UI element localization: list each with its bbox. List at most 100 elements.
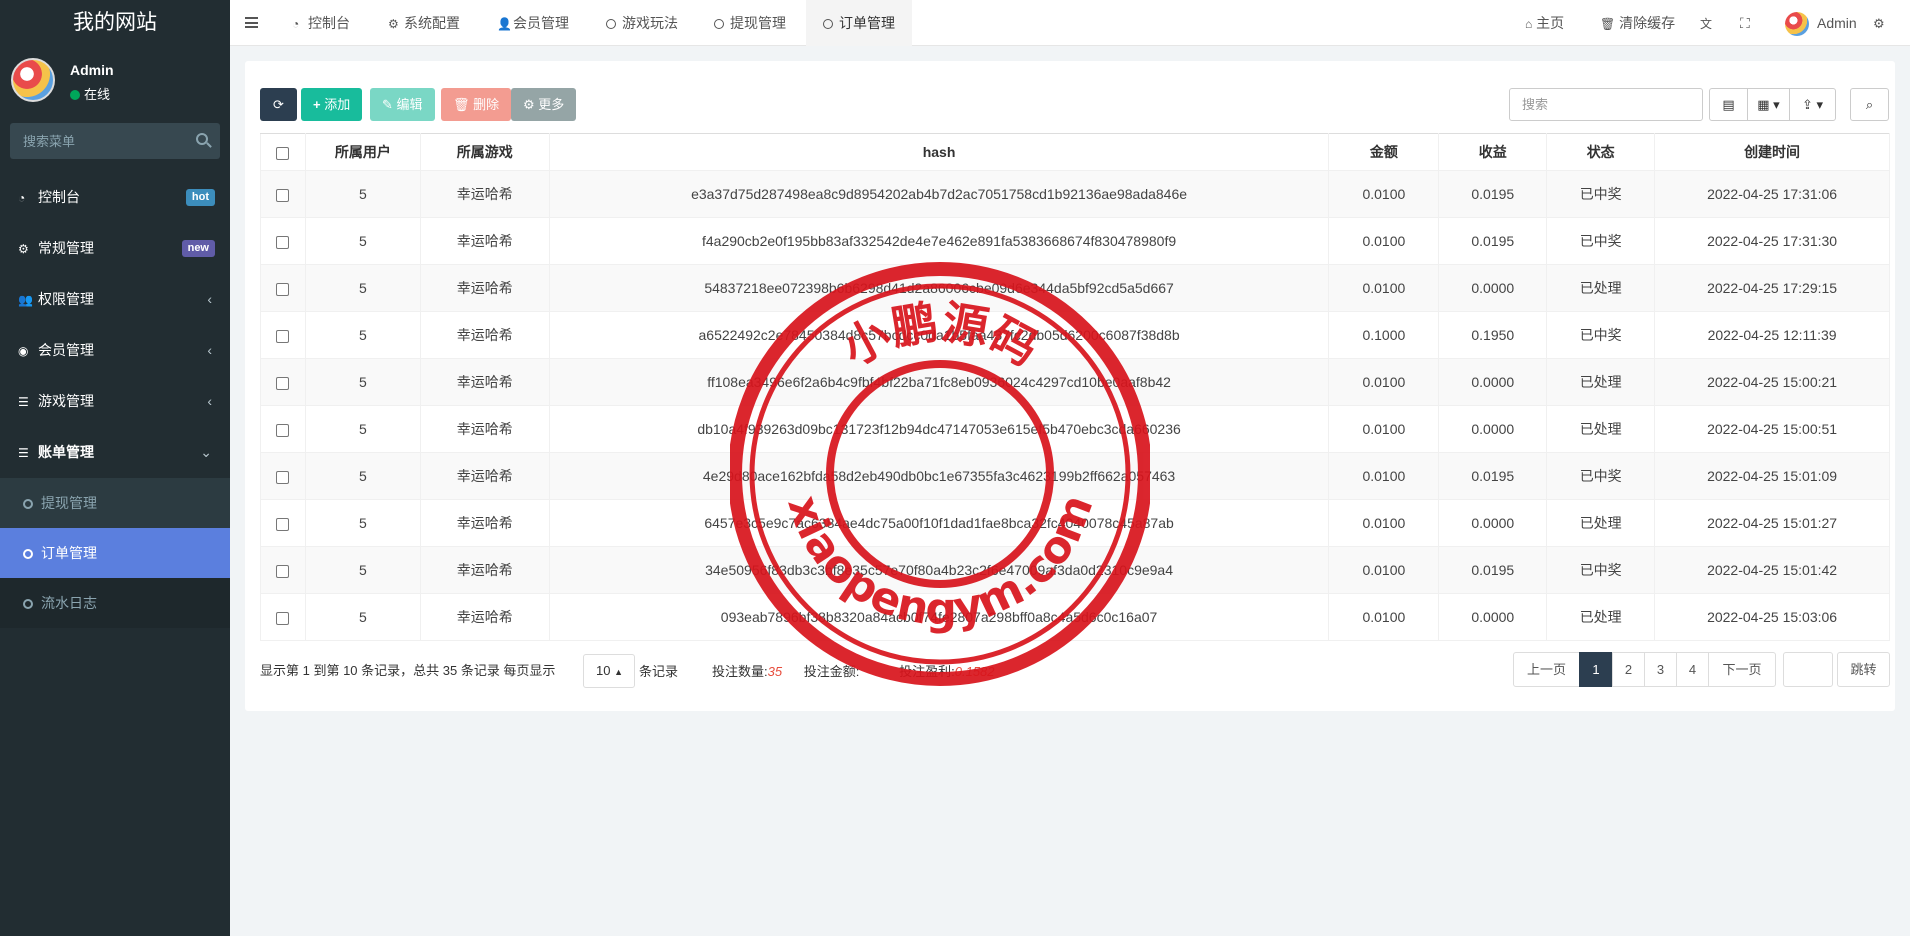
- page-button[interactable]: 3: [1644, 652, 1677, 687]
- row-checkbox[interactable]: [276, 423, 290, 437]
- delete-button[interactable]: 🗑 删除: [441, 88, 512, 121]
- page-button[interactable]: 1: [1579, 652, 1613, 687]
- page-button[interactable]: 2: [1612, 652, 1645, 687]
- col-profit[interactable]: 收益: [1438, 133, 1548, 171]
- search-toggle-button[interactable]: ⌕: [1850, 88, 1889, 121]
- col-amount[interactable]: 金额: [1328, 133, 1440, 171]
- row-checkbox[interactable]: [276, 470, 290, 484]
- table-row[interactable]: 5 幸运哈希 db10a4f939263d09bc131723f12b94dc471…: [260, 405, 1890, 453]
- more-button[interactable]: ⚙ 更多: [511, 88, 577, 121]
- jump-button[interactable]: 跳转: [1837, 652, 1890, 687]
- admin-menu[interactable]: Admin: [1785, 0, 1857, 46]
- cell-profit: 0.0000: [1438, 499, 1548, 547]
- cell-amount: 0.0100: [1328, 358, 1440, 406]
- sidebar-search-input[interactable]: [10, 123, 180, 159]
- prev-page-button[interactable]: 上一页: [1513, 652, 1580, 687]
- row-checkbox[interactable]: [276, 376, 290, 390]
- table-row[interactable]: 5 幸运哈希 4e29d80ace162bfda58d2eb490db0bc1e67…: [260, 452, 1890, 500]
- settings-button[interactable]: ⚙: [1873, 0, 1885, 46]
- col-user[interactable]: 所属用户: [304, 133, 421, 171]
- home-link[interactable]: ⌂ 主页: [1525, 0, 1564, 46]
- sidebar-item-orders[interactable]: 订单管理: [0, 528, 230, 578]
- sidebar-item-members[interactable]: ◉ 会员管理 ‹: [0, 325, 230, 376]
- circle-icon: [23, 499, 33, 509]
- sidebar-item-bills[interactable]: ☰ 账单管理 ⌄: [0, 427, 230, 478]
- sidebar-item-games[interactable]: ☰ 游戏管理 ‹: [0, 376, 230, 427]
- cell-status: 已处理: [1546, 264, 1656, 312]
- tab-orders[interactable]: 订单管理: [806, 0, 912, 46]
- sidebar-item-flow-log[interactable]: 流水日志: [0, 578, 230, 628]
- col-hash[interactable]: hash: [548, 133, 1330, 171]
- tab-system-config[interactable]: ⚙ 系统配置: [388, 0, 460, 46]
- toggle-view-button[interactable]: ▤: [1709, 88, 1748, 121]
- circle-icon: [23, 599, 33, 609]
- cell-created: 2022-04-25 17:31:30: [1654, 217, 1890, 265]
- cell-hash: f4a290cb2e0f195bb83af332542de4e7e462e891…: [548, 217, 1330, 265]
- cell-status: 已中奖: [1546, 452, 1656, 500]
- cell-created: 2022-04-25 15:00:21: [1654, 358, 1890, 406]
- export-button[interactable]: ⇪ ▾: [1789, 88, 1836, 121]
- col-game[interactable]: 所属游戏: [419, 133, 550, 171]
- sidebar-item-dashboard[interactable]: ◔ 控制台 hot: [0, 172, 230, 223]
- table-row[interactable]: 5 幸运哈希 54837218ee072398b6b6298d41d2a86006c…: [260, 264, 1890, 312]
- translate-button[interactable]: 文: [1700, 0, 1712, 46]
- table-row[interactable]: 5 幸运哈希 e3a37d75d287498ea8c9d8954202ab4b7d2…: [260, 170, 1890, 218]
- cell-game: 幸运哈希: [419, 405, 550, 453]
- table-row[interactable]: 5 幸运哈希 f4a290cb2e0f195bb83af332542de4e7e46…: [260, 217, 1890, 265]
- cell-amount: 0.0100: [1328, 593, 1440, 641]
- cell-profit: 0.0195: [1438, 546, 1548, 594]
- tab-withdraw[interactable]: 提现管理: [714, 0, 786, 46]
- cell-profit: 0.0000: [1438, 405, 1548, 453]
- row-checkbox[interactable]: [276, 611, 290, 625]
- row-checkbox[interactable]: [276, 329, 290, 343]
- cell-created: 2022-04-25 15:01:09: [1654, 452, 1890, 500]
- table-row[interactable]: 5 幸运哈希 093eab7896bf38b8320a84acb0f74fe2807…: [260, 593, 1890, 641]
- search-icon[interactable]: [196, 133, 208, 145]
- table-search-input[interactable]: [1509, 88, 1703, 121]
- table-row[interactable]: 5 幸运哈希 6457e3c5e9c7ac6384ae4dc75a00f10f1da…: [260, 499, 1890, 547]
- edit-button[interactable]: ✎ 编辑: [370, 88, 435, 121]
- jump-page-input[interactable]: [1783, 652, 1833, 687]
- col-created[interactable]: 创建时间: [1654, 133, 1890, 171]
- sidebar-item-general[interactable]: ⚙ 常规管理 new: [0, 223, 230, 274]
- next-page-button[interactable]: 下一页: [1708, 652, 1776, 687]
- sidebar-item-auth[interactable]: 👥 权限管理 ‹: [0, 274, 230, 325]
- tab-game-rules[interactable]: 游戏玩法: [606, 0, 678, 46]
- cell-created: 2022-04-25 17:31:06: [1654, 170, 1890, 218]
- select-all-cell: [260, 133, 306, 171]
- clear-cache-link[interactable]: 🗑 清除缓存: [1600, 0, 1675, 46]
- cell-created: 2022-04-25 15:01:27: [1654, 499, 1890, 547]
- row-checkbox[interactable]: [276, 188, 290, 202]
- tab-label: 会员管理: [513, 15, 569, 31]
- row-checkbox[interactable]: [276, 235, 290, 249]
- add-button[interactable]: + 添加: [301, 88, 363, 121]
- card-view-icon: ▤: [1722, 97, 1735, 112]
- cell-status: 已中奖: [1546, 311, 1656, 359]
- cell-amount: 0.1000: [1328, 311, 1440, 359]
- tab-dashboard[interactable]: ◔ 控制台: [292, 0, 350, 46]
- table-row[interactable]: 5 幸运哈希 34e50956f83db3c3bf8e35c57e70f80a4b2…: [260, 546, 1890, 594]
- cell-amount: 0.0100: [1328, 546, 1440, 594]
- tab-members[interactable]: 👤会员管理: [497, 0, 569, 46]
- page-size-select[interactable]: 10 ▲: [583, 654, 635, 688]
- table-row[interactable]: 5 幸运哈希 ff108ea3496e6f2a6b4c9fbf4bf22ba71fc…: [260, 358, 1890, 406]
- table-row[interactable]: 5 幸运哈希 a6522492c2e78450384d8c57bcdcc0da1b5…: [260, 311, 1890, 359]
- row-checkbox[interactable]: [276, 564, 290, 578]
- tab-label: 订单管理: [839, 15, 895, 31]
- cell-profit: 0.1950: [1438, 311, 1548, 359]
- pagination-info: 显示第 1 到第 10 条记录，总共 35 条记录 每页显示: [260, 663, 556, 678]
- refresh-button[interactable]: ⟳: [260, 88, 297, 121]
- menu-toggle-icon[interactable]: [245, 17, 258, 28]
- columns-button[interactable]: ▦ ▾: [1747, 88, 1790, 121]
- site-title[interactable]: 我的网站: [0, 0, 230, 46]
- row-checkbox[interactable]: [276, 282, 290, 296]
- cell-game: 幸运哈希: [419, 264, 550, 312]
- sidebar-item-withdraw[interactable]: 提现管理: [0, 478, 230, 528]
- page-button[interactable]: 4: [1676, 652, 1709, 687]
- select-all-checkbox[interactable]: [276, 146, 290, 160]
- cell-hash: a6522492c2e78450384d8c57bcdcc0da1b5faa43…: [548, 311, 1330, 359]
- row-checkbox[interactable]: [276, 517, 290, 531]
- col-status[interactable]: 状态: [1546, 133, 1656, 171]
- cell-profit: 0.0000: [1438, 593, 1548, 641]
- fullscreen-button[interactable]: ⛶: [1740, 0, 1750, 46]
